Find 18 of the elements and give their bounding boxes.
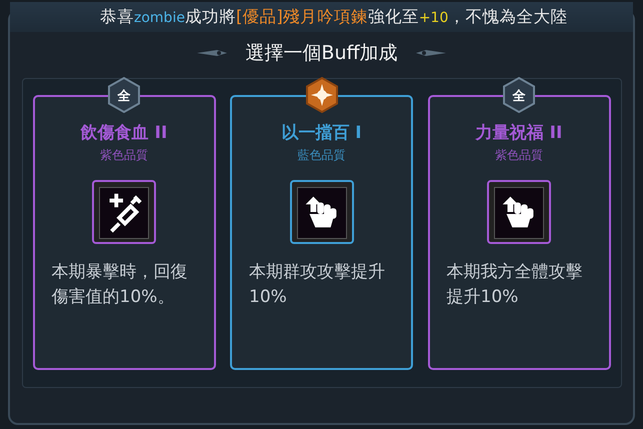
buff-description: 本期暴擊時，回復傷害值的10%。 bbox=[50, 261, 188, 309]
buff-quality: 紫色品質 bbox=[100, 147, 148, 164]
dialog-title: 選擇一個Buff加成 bbox=[245, 41, 398, 66]
buff-description: 本期我方全體攻擊提升10% bbox=[446, 261, 584, 309]
raised-fist-icon bbox=[494, 187, 544, 239]
buff-quality: 紫色品質 bbox=[495, 147, 543, 164]
syringe-icon bbox=[99, 187, 149, 239]
announcement-text: 恭喜zombie成功將[優品]殘月吟項鍊強化至+10，不愧為全大陸 bbox=[100, 6, 568, 28]
buff-name: 飲傷食血 II bbox=[80, 122, 168, 144]
buff-card[interactable]: 以一擋百 I 藍色品質 本期群攻攻擊提升10% bbox=[230, 95, 413, 370]
emblem-badge-icon bbox=[304, 77, 338, 113]
hexagon-badge: 全 bbox=[502, 77, 536, 113]
hexagon-badge: 全 bbox=[107, 77, 141, 113]
buff-quality: 藍色品質 bbox=[298, 147, 346, 164]
buff-name: 以一擋百 I bbox=[281, 122, 362, 144]
raised-fist-icon bbox=[296, 187, 346, 239]
buff-name: 力量祝福 II bbox=[476, 122, 562, 144]
buff-description: 本期群攻攻擊提升10% bbox=[248, 261, 386, 309]
